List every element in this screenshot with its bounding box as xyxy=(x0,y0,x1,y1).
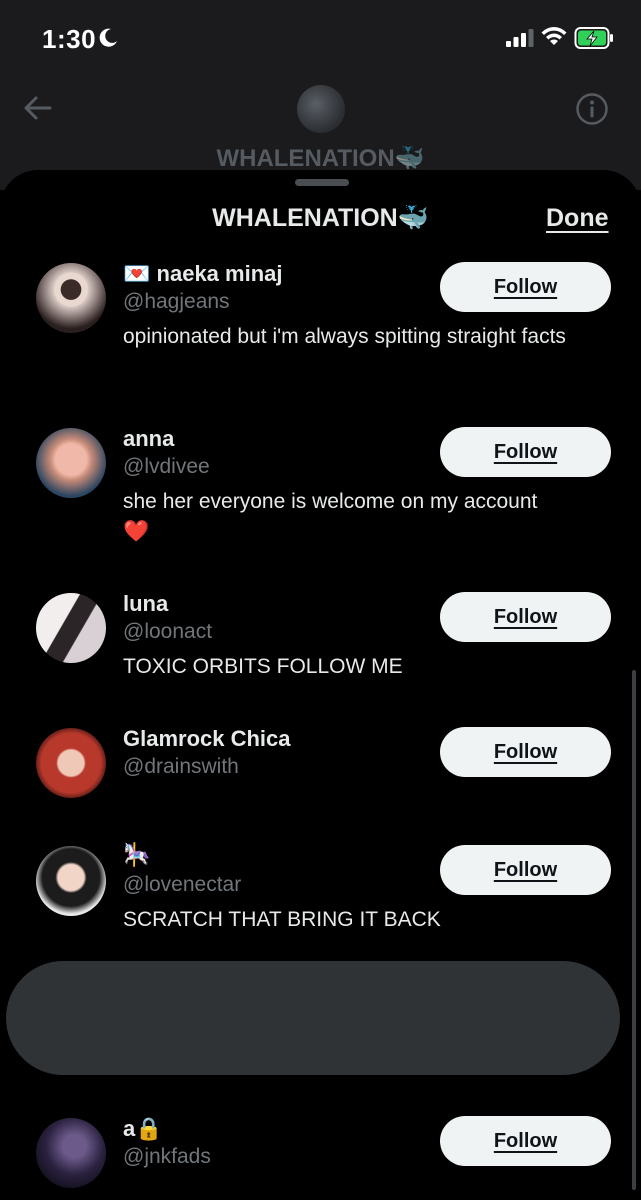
sheet-title: WHALENATION🐳 xyxy=(212,204,429,232)
battery-charging-icon xyxy=(574,27,613,49)
user-bio: opinionated but i'm always spitting stra… xyxy=(123,325,566,348)
avatar-icon[interactable] xyxy=(36,593,106,663)
sheet-grabber[interactable] xyxy=(295,179,349,186)
user-name: anna xyxy=(123,426,175,451)
user-name: luna xyxy=(123,591,169,616)
user-bio: she her everyone is welcome on my accoun… xyxy=(123,490,538,543)
done-button[interactable]: Done xyxy=(546,204,609,233)
follow-button[interactable]: Follow xyxy=(440,262,611,312)
follow-button[interactable]: Follow xyxy=(440,592,611,642)
user-handle: @lovenectar xyxy=(123,873,242,896)
user-name: 💌 naeka minaj xyxy=(123,261,283,286)
user-bio: TOXIC ORBITS FOLLOW ME xyxy=(123,655,403,678)
user-handle: @jnkfads xyxy=(123,1145,211,1168)
avatar-icon[interactable] xyxy=(36,263,106,333)
scroll-indicator[interactable] xyxy=(632,670,636,1190)
signal-icon xyxy=(506,29,534,47)
avatar-icon[interactable] xyxy=(36,428,106,498)
info-icon[interactable] xyxy=(575,92,609,126)
user-name: 🎠 xyxy=(123,842,151,867)
redacted-list-item xyxy=(6,961,620,1075)
avatar-icon[interactable] xyxy=(36,846,106,916)
user-name: a🔒 xyxy=(123,1116,163,1141)
follow-button[interactable]: Follow xyxy=(440,845,611,895)
avatar-icon[interactable] xyxy=(36,728,106,798)
background-title: WHALENATION🐳 xyxy=(216,145,425,172)
user-bio: SCRATCH THAT BRING IT BACK xyxy=(123,908,441,931)
user-name: Glamrock Chica xyxy=(123,726,291,751)
status-bar: 1:30 xyxy=(0,0,641,80)
avatar-icon[interactable] xyxy=(36,1118,106,1188)
user-handle: @drainswith xyxy=(123,755,239,778)
status-time: 1:30 xyxy=(42,24,97,54)
wifi-icon xyxy=(541,27,567,45)
user-handle: @lvdivee xyxy=(123,455,210,478)
follow-button[interactable]: Follow xyxy=(440,427,611,477)
user-handle: @loonact xyxy=(123,620,213,643)
follow-button[interactable]: Follow xyxy=(440,1116,611,1166)
background-group-avatar xyxy=(297,85,345,133)
moon-icon xyxy=(99,28,117,47)
follow-button[interactable]: Follow xyxy=(440,727,611,777)
back-arrow-icon[interactable] xyxy=(22,94,54,122)
user-handle: @hagjeans xyxy=(123,290,230,313)
